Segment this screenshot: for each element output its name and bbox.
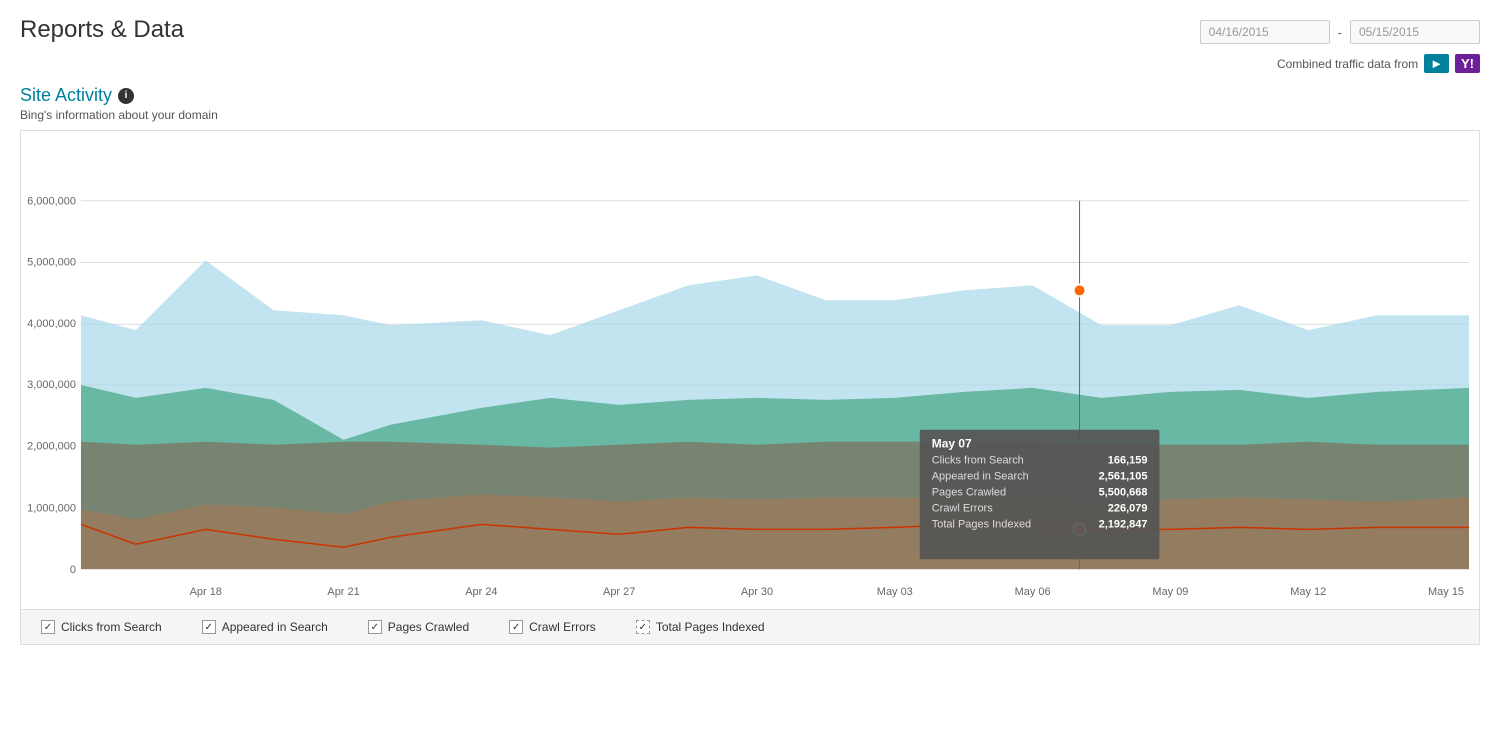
svg-text:5,500,668: 5,500,668 [1099,486,1148,498]
svg-text:Apr 24: Apr 24 [465,586,497,598]
svg-text:May 09: May 09 [1152,586,1188,598]
chart-svg: 0 1,000,000 2,000,000 3,000,000 4,000,00… [21,131,1479,609]
svg-text:Pages Crawled: Pages Crawled [932,486,1006,498]
svg-text:May 06: May 06 [1015,586,1051,598]
page-container: Reports & Data - Combined traffic data f… [0,0,1500,661]
svg-text:2,561,105: 2,561,105 [1099,471,1148,483]
svg-text:Appeared in Search: Appeared in Search [932,471,1029,483]
svg-text:Crawl Errors: Crawl Errors [932,502,993,514]
svg-text:Clicks from Search: Clicks from Search [932,455,1024,467]
svg-text:May 03: May 03 [877,586,913,598]
info-icon[interactable]: i [118,88,134,104]
legend-item-appeared[interactable]: Appeared in Search [202,620,328,634]
legend-checkbox-errors[interactable] [509,620,523,634]
legend-checkbox-appeared[interactable] [202,620,216,634]
svg-text:5,000,000: 5,000,000 [27,256,76,268]
svg-text:Apr 21: Apr 21 [327,586,359,598]
page-title: Reports & Data [20,16,184,44]
legend-label-appeared: Appeared in Search [222,620,328,634]
svg-text:2,000,000: 2,000,000 [27,441,76,453]
section-subtitle: Bing's information about your domain [20,108,1480,122]
date-to-input[interactable] [1350,20,1480,44]
legend-item-errors[interactable]: Crawl Errors [509,620,596,634]
svg-text:6,000,000: 6,000,000 [27,196,76,208]
svg-text:Apr 30: Apr 30 [741,586,773,598]
svg-text:May 07: May 07 [932,437,972,451]
legend-label-indexed: Total Pages Indexed [656,620,765,634]
traffic-label: Combined traffic data from [1277,57,1418,71]
legend-label-clicks: Clicks from Search [61,620,162,634]
section-title-text: Site Activity [20,85,112,106]
svg-text:2,192,847: 2,192,847 [1099,518,1148,530]
svg-text:Apr 18: Apr 18 [190,586,222,598]
legend-checkbox-crawled[interactable] [368,620,382,634]
legend-item-crawled[interactable]: Pages Crawled [368,620,469,634]
legend-item-clicks[interactable]: Clicks from Search [41,620,162,634]
svg-text:3,000,000: 3,000,000 [27,379,76,391]
traffic-info: Combined traffic data from ► Y! [1277,54,1480,73]
svg-text:0: 0 [70,564,76,576]
date-range-container: - [1200,20,1480,44]
legend-item-indexed[interactable]: Total Pages Indexed [636,620,765,634]
legend-checkbox-clicks[interactable] [41,620,55,634]
page-header: Reports & Data - Combined traffic data f… [20,16,1480,73]
svg-text:166,159: 166,159 [1108,455,1148,467]
svg-text:1,000,000: 1,000,000 [27,502,76,514]
section-header: Site Activity i Bing's information about… [20,85,1480,122]
legend-checkbox-indexed[interactable] [636,620,650,634]
date-separator: - [1338,25,1342,40]
svg-text:4,000,000: 4,000,000 [27,318,76,330]
chart-area: 0 1,000,000 2,000,000 3,000,000 4,000,00… [20,130,1480,610]
legend-label-errors: Crawl Errors [529,620,596,634]
top-right-area: - Combined traffic data from ► Y! [1200,16,1480,73]
yahoo-logo: Y! [1455,54,1480,73]
svg-text:226,079: 226,079 [1108,502,1148,514]
bing-logo: ► [1424,54,1449,73]
svg-text:May 15: May 15 [1428,586,1464,598]
svg-text:May 12: May 12 [1290,586,1326,598]
legend-bar: Clicks from Search Appeared in Search Pa… [20,610,1480,645]
date-from-input[interactable] [1200,20,1330,44]
svg-text:Apr 27: Apr 27 [603,586,635,598]
svg-text:Total Pages Indexed: Total Pages Indexed [932,518,1031,530]
section-title: Site Activity i [20,85,1480,106]
legend-label-crawled: Pages Crawled [388,620,469,634]
